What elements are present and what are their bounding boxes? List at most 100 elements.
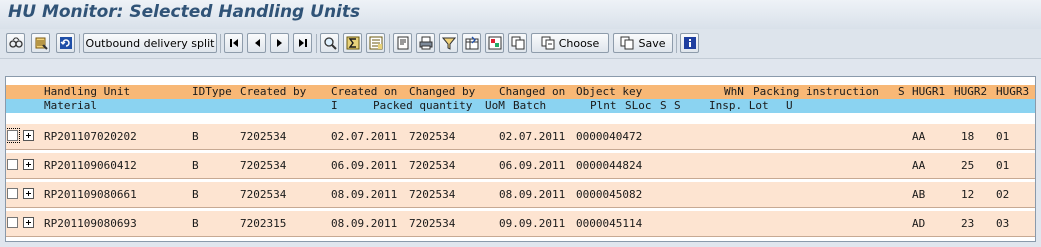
col-hugr1[interactable]: HUGR1 [912, 85, 945, 99]
cell-created-on: 08.09.2011 [331, 217, 398, 230]
row-select-checkbox[interactable] [7, 217, 18, 228]
cell-hugr1: AA [912, 130, 926, 143]
col-packed-quantity[interactable]: Packed quantity [373, 99, 472, 113]
col-sloc[interactable]: SLoc [625, 99, 652, 113]
cell-created-by: 7202534 [240, 159, 287, 172]
col-hugr2[interactable]: HUGR2 [954, 85, 987, 99]
cell-handling-unit: RP201109080661 [44, 188, 137, 201]
row-select-checkbox[interactable] [6, 128, 20, 143]
cell-changed-on: 06.09.2011 [499, 159, 566, 172]
col-whn[interactable]: WhN [724, 85, 744, 99]
cell-created-by: 7202534 [240, 130, 287, 143]
sum-icon[interactable] [343, 33, 362, 53]
cell-handling-unit: RP201109060412 [44, 159, 137, 172]
col-created-by[interactable]: Created by [240, 85, 306, 99]
cell-hugr2: 18 [961, 130, 975, 143]
cell-created-on: 08.09.2011 [331, 188, 398, 201]
col-insp-lot[interactable]: Insp. Lot [709, 99, 769, 113]
col-s2[interactable]: S [674, 99, 681, 113]
col-batch[interactable]: Batch [513, 99, 546, 113]
col-handling-unit[interactable]: Handling Unit [44, 85, 130, 99]
header-row-1: Handling Unit IDType Created by Created … [6, 85, 1035, 109]
expand-icon[interactable] [23, 130, 34, 141]
cell-handling-unit: RP201109080693 [44, 217, 137, 230]
cell-idtype: B [192, 159, 199, 172]
col-changed-by[interactable]: Changed by [409, 85, 475, 99]
details-icon[interactable] [31, 33, 50, 53]
print-preview-icon[interactable] [393, 33, 412, 53]
col-i[interactable]: I [331, 99, 338, 113]
cell-hugr3: 02 [996, 188, 1010, 201]
col-idtype[interactable]: IDType [192, 85, 232, 99]
cell-hugr2: 25 [961, 159, 975, 172]
cell-created-on: 02.07.2011 [331, 130, 398, 143]
first-page-icon[interactable] [224, 33, 243, 53]
choose-button[interactable]: Choose [531, 33, 609, 53]
cell-idtype: B [192, 188, 199, 201]
col-uom[interactable]: UoM [485, 99, 505, 113]
col-packing-instruction[interactable]: Packing instruction [753, 85, 879, 99]
cell-idtype: B [192, 130, 199, 143]
col-changed-on[interactable]: Changed on [499, 85, 565, 99]
save-button[interactable]: Save [613, 33, 673, 53]
save-label: Save [638, 36, 666, 50]
table-row[interactable]: RP201109080693 B 7202315 08.09.2011 7202… [6, 211, 1035, 237]
search-icon[interactable] [320, 33, 339, 53]
cell-hugr2: 23 [961, 217, 975, 230]
cell-created-on: 06.09.2011 [331, 159, 398, 172]
export-icon[interactable] [462, 33, 481, 53]
save-icon [620, 36, 634, 50]
cell-created-by: 7202534 [240, 188, 287, 201]
next-page-icon[interactable] [270, 33, 289, 53]
window-title: HU Monitor: Selected Handling Units [8, 2, 361, 22]
cell-created-by: 7202315 [240, 217, 287, 230]
cell-hugr1: AA [912, 159, 926, 172]
previous-page-icon[interactable] [247, 33, 266, 53]
cell-object-key: 0000045114 [576, 217, 643, 230]
col-plnt[interactable]: Plnt [590, 99, 617, 113]
outbound-delivery-split-label: Outbound delivery split [85, 36, 215, 50]
table-row[interactable]: RP201109080661 B 7202534 08.09.2011 7202… [6, 182, 1035, 208]
col-material[interactable]: Material [44, 99, 97, 113]
print-icon[interactable] [416, 33, 435, 53]
info-icon[interactable] [680, 33, 699, 53]
layout-icon[interactable] [485, 33, 504, 53]
col-s1[interactable]: S [660, 99, 667, 113]
col-u[interactable]: U [786, 99, 793, 113]
cell-handling-unit: RP201107020202 [44, 130, 137, 143]
application-toolbar: Outbound delivery split Choose Save [0, 29, 1041, 59]
expand-icon[interactable] [23, 217, 34, 228]
cell-changed-by: 7202534 [409, 159, 456, 172]
row-select-checkbox[interactable] [7, 188, 18, 199]
expand-icon[interactable] [23, 188, 34, 199]
subtotal-icon[interactable] [366, 33, 385, 53]
expand-icon[interactable] [23, 159, 34, 170]
cell-hugr3: 01 [996, 159, 1010, 172]
title-bar: HU Monitor: Selected Handling Units [0, 0, 1041, 29]
handling-units-grid: Handling Unit IDType Created by Created … [5, 76, 1036, 242]
find-icon[interactable] [6, 33, 25, 53]
col-object-key[interactable]: Object key [576, 85, 642, 99]
cell-changed-by: 7202534 [409, 130, 456, 143]
col-created-on[interactable]: Created on [331, 85, 397, 99]
last-page-icon[interactable] [293, 33, 312, 53]
filter-icon[interactable] [439, 33, 458, 53]
cell-hugr1: AD [912, 217, 926, 230]
cell-hugr3: 03 [996, 217, 1010, 230]
outbound-delivery-split-button[interactable]: Outbound delivery split [83, 33, 217, 53]
header-row-2: Material I Packed quantity UoM Batch Pln… [6, 99, 1035, 113]
cell-object-key: 0000040472 [576, 130, 643, 143]
table-row[interactable]: RP201107020202 B 7202534 02.07.2011 7202… [6, 124, 1035, 150]
col-s[interactable]: S [898, 85, 905, 99]
row-select-checkbox[interactable] [7, 159, 18, 170]
cell-changed-on: 08.09.2011 [499, 188, 566, 201]
cell-hugr3: 01 [996, 130, 1010, 143]
cell-changed-on: 09.09.2011 [499, 217, 566, 230]
cell-changed-by: 7202534 [409, 188, 456, 201]
cell-object-key: 0000045082 [576, 188, 643, 201]
cell-changed-by: 7202534 [409, 217, 456, 230]
table-row[interactable]: RP201109060412 B 7202534 06.09.2011 7202… [6, 153, 1035, 179]
copy-icon[interactable] [508, 33, 527, 53]
col-hugr3[interactable]: HUGR3 [996, 85, 1029, 99]
refresh-icon[interactable] [56, 33, 75, 53]
